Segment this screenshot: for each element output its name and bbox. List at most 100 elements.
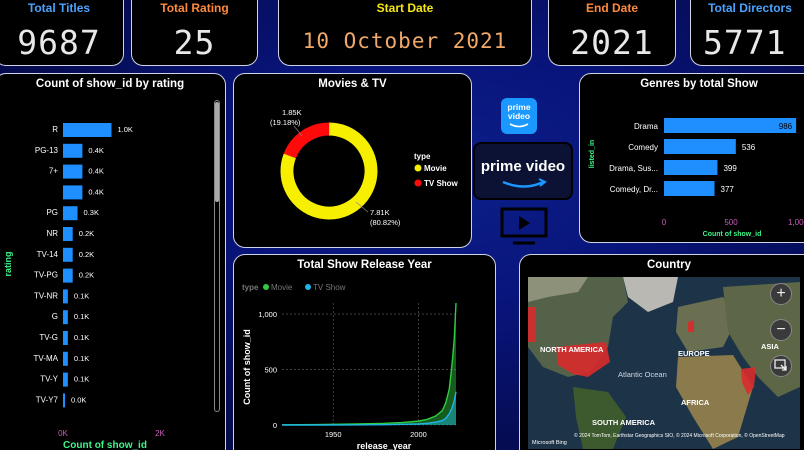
kpi-label: Start Date [376,1,434,15]
map-credits: © 2024 TomTom, Earthstar Geographics SIO… [574,432,785,439]
area-x-tick: 2000 [410,430,427,439]
scrollbar-thumb[interactable] [215,102,219,202]
map-label-africa: AFRICA [681,398,710,407]
map-label-south-america: SOUTH AMERICA [592,418,656,427]
rating-data-label: 0.4K [88,146,103,155]
genre-data-label: 536 [742,143,756,152]
kpi-start-date: Start Date 10 October 2021 [278,0,532,66]
rating-category-label: R [52,125,58,134]
genres-bar-chart[interactable]: Drama 986 Comedy 536 Drama, Sus... 399 Comedy,… [580,74,804,243]
zoom-out-button[interactable]: − [770,319,792,341]
map-bing-logo: Microsoft Bing [532,440,567,446]
kpi-label: Total Rating [160,1,229,15]
genre-bar [664,160,718,175]
rating-bar [63,331,68,345]
rating-category-label: TV-MA [34,354,59,363]
rating-bar [63,372,68,387]
release-year-area-chart[interactable]: type Movie TV Show 0 500 1,000 1950 2000 release… [234,255,496,450]
kpi-end-date: End Date 2021 [548,0,676,66]
rating-bar [63,227,73,241]
select-icon [774,359,787,371]
rating-bar [63,268,73,283]
rating-panel[interactable]: Count of show_id by rating R 1.0K PG-13 0.4… [0,73,226,450]
rating-data-label: 0.2K [79,250,94,259]
genre-bar [664,181,715,196]
rating-bar [63,310,68,325]
movies-tv-panel[interactable]: Movies & TV 1.85K (19.18%) 7.81K (80.82%) ty… [233,73,472,248]
rating-bar [63,351,68,366]
genre-data-label: 399 [723,164,737,173]
select-region-button[interactable] [770,355,792,377]
rating-x-axis-title: Count of show_id [63,440,147,450]
rating-data-label: 0.2K [79,271,94,280]
genre-category-label: Drama [634,122,659,131]
donut-legend-label: Movie [424,164,447,173]
rating-data-label: 0.4K [88,187,103,196]
genre-y-axis-title: listed_in [589,140,596,168]
kpi-value: 2021 [570,23,654,62]
rating-category-label: 7+ [49,167,58,176]
country-panel[interactable]: Country NORTH AMERICA EUROPE ASIA Atlant… [519,254,804,450]
rating-y-axis-title: rating [3,251,13,276]
rating-data-label: 0.2K [79,229,94,238]
rating-data-label: 0.1K [74,375,89,384]
rating-bar [63,289,68,304]
rating-category-label: PG [46,208,58,217]
donut-legend-title: type [414,152,431,161]
rating-data-label: 0.0K [71,395,86,404]
genres-panel[interactable]: Genres by total Show Drama 986 Comedy 536 Dr… [579,73,804,243]
world-map[interactable]: NORTH AMERICA EUROPE ASIA Atlantic Ocean… [528,277,800,449]
kpi-total-directors: Total Directors 5771 [690,0,804,66]
area-y-axis-title: Count of show_id [242,329,252,405]
area-line-movie [281,302,457,426]
release-year-panel[interactable]: Total Show Release Year type Movie TV Show… [233,254,496,450]
rating-category-label: G [52,312,58,321]
map-label-north-america: NORTH AMERICA [540,345,604,354]
rating-x-tick: 0K [58,429,68,438]
genre-x-tick: 0 [662,218,667,227]
play-screen-icon [500,207,548,245]
area-y-tick: 1,000 [258,310,277,319]
donut-legend-marker [414,164,422,172]
rating-bar [63,206,78,221]
genre-category-label: Drama, Sus... [609,164,658,173]
rating-bar [63,185,83,200]
kpi-value: 10 October 2021 [302,29,508,53]
genre-category-label: Comedy [628,143,658,152]
kpi-label: Total Directors [708,1,792,15]
genre-x-tick: 500 [724,218,738,227]
rating-category-label: TV-G [39,333,58,342]
rating-bar-chart[interactable]: R 1.0K PG-13 0.4K 7+ 0.4K 0.4K PG 0.3K NR 0.2K TV-1… [0,74,226,450]
donut-data-label: 1.85K [282,108,302,117]
genre-data-label: 986 [779,122,793,131]
rating-category-label: TV-Y7 [36,395,59,404]
rating-category-label: TV-14 [37,250,59,259]
kpi-value: 9687 [17,23,101,62]
donut-data-label: 7.81K [370,208,390,217]
rating-data-label: 0.1K [74,312,89,321]
area-y-tick: 0 [273,421,277,430]
genre-bar [664,118,797,133]
rating-bar [63,164,83,179]
kpi-value: 5771 [703,23,787,62]
area-legend-marker [263,284,269,290]
genre-category-label: Comedy, Dr... [610,185,658,194]
area-y-tick: 500 [264,366,277,375]
movies-tv-donut-chart[interactable]: 1.85K(19.18%) 7.81K(80.82%) type Movie TV Sh… [234,74,472,248]
zoom-in-button[interactable]: + [770,283,792,305]
kpi-label: End Date [585,1,638,15]
rating-category-label: TV-Y [40,375,58,384]
area-x-tick: 1950 [325,430,342,439]
donut-legend-marker [414,179,422,187]
donut-legend-label: TV Show [424,179,459,188]
genre-x-axis-title: Count of show_id [703,231,762,238]
rating-category-label: NR [46,229,58,238]
prime-video-large-logo: prime video [473,142,573,200]
genre-x-tick: 1,000 [788,218,804,227]
rating-category-label: PG-13 [35,146,59,155]
rating-data-label: 0.1K [74,354,89,363]
genre-bar [664,139,736,154]
rating-data-label: 0.1K [74,333,89,342]
donut-percent-label: (19.18%) [270,118,301,127]
kpi-value: 25 [173,23,216,62]
